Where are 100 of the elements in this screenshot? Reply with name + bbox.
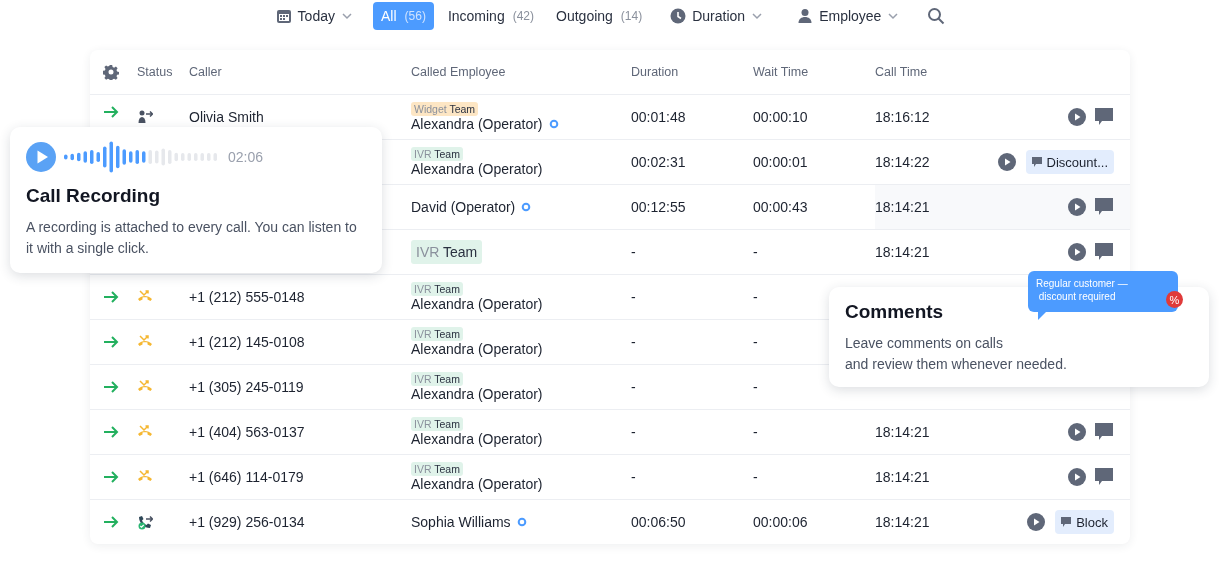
caller-name: +1 (646) 114-0179 xyxy=(189,469,304,485)
recording-length: 02:06 xyxy=(228,149,264,165)
team-tag: Widget Team xyxy=(411,102,479,116)
comment-icon xyxy=(1061,517,1072,527)
person-icon xyxy=(797,8,814,24)
search-icon[interactable] xyxy=(927,7,946,25)
comment-icon[interactable] xyxy=(1094,197,1114,217)
duration-value: - xyxy=(631,334,636,350)
incoming-arrow-icon xyxy=(103,335,119,349)
play-button-icon[interactable] xyxy=(1068,468,1086,486)
wait-time-value: - xyxy=(753,289,758,305)
call-time-value: 18:14:21 xyxy=(875,424,930,440)
comment-icon[interactable] xyxy=(1094,422,1114,442)
card-title: Comments xyxy=(845,301,945,323)
caller-name: Olivia Smith xyxy=(189,109,264,125)
caret-icon xyxy=(340,11,353,21)
call-time-value: 18:14:21 xyxy=(875,514,930,530)
duration-value: - xyxy=(631,244,636,260)
comment-icon[interactable] xyxy=(1094,467,1114,487)
card-title: Call Recording xyxy=(26,185,162,207)
call-time-value: 18:14:21 xyxy=(875,469,930,485)
duration-value: 00:06:50 xyxy=(631,514,686,530)
calendar-icon xyxy=(275,8,292,24)
play-button-icon[interactable] xyxy=(1068,423,1086,441)
employee-name: Alexandra (Operator) xyxy=(411,386,543,402)
comment-icon[interactable] xyxy=(1094,242,1114,262)
duration-value: 00:02:31 xyxy=(631,154,686,170)
employee-name: Alexandra (Operator) xyxy=(411,296,543,312)
call-time-value: 18:16:12 xyxy=(875,109,930,125)
duration-value: - xyxy=(631,469,636,485)
column-header: Call Time xyxy=(875,64,929,81)
column-header: Duration xyxy=(631,64,680,81)
incoming-arrow-icon xyxy=(103,105,119,119)
wait-time-value: 00:00:43 xyxy=(753,199,808,215)
column-header: Caller xyxy=(189,64,223,81)
employee-name: Alexandra (Operator) xyxy=(411,341,543,357)
wait-time-value: - xyxy=(753,334,758,350)
transfer-icon xyxy=(137,109,153,125)
caller-name: +1 (212) 555-0148 xyxy=(189,289,305,305)
card-description: A recording is attached to every call. You can listen to it with a single click. xyxy=(26,218,358,258)
caret-icon xyxy=(887,11,900,21)
team-tag: IVR Team xyxy=(411,462,463,476)
play-button-icon[interactable] xyxy=(997,153,1016,171)
team-tag: IVR Team xyxy=(411,147,463,161)
comment-chip[interactable]: Discount... xyxy=(1025,150,1114,174)
answered-call-icon xyxy=(137,514,153,530)
comment-icon[interactable] xyxy=(1094,107,1114,127)
team-tag: IVR Team xyxy=(411,282,463,296)
wait-time-value: - xyxy=(753,244,758,260)
filter-dropdown[interactable]: Today xyxy=(267,2,361,30)
duration-value: - xyxy=(631,424,636,440)
employee-name: Sophia Williams xyxy=(411,514,511,530)
employee-name: Alexandra (Operator) xyxy=(411,116,543,132)
team-tag: IVR Team xyxy=(411,417,463,431)
call-time-value: 18:14:21 xyxy=(875,199,930,215)
caller-name: +1 (305) 245-0119 xyxy=(189,379,304,395)
column-header: Called Employee xyxy=(411,64,507,81)
wait-time-value: 00:00:10 xyxy=(753,109,808,125)
wait-time-value: - xyxy=(753,424,758,440)
caller-name: +1 (404) 563-0137 xyxy=(189,424,305,440)
comment-icon xyxy=(1031,157,1042,167)
incoming-arrow-icon xyxy=(103,515,119,529)
team-tag: IVR Team xyxy=(411,372,463,386)
wait-time-value: - xyxy=(753,379,758,395)
call-time-value: 18:14:22 xyxy=(875,154,930,170)
play-button-icon[interactable] xyxy=(1027,513,1046,531)
wait-time-value: 00:00:01 xyxy=(753,154,808,170)
play-button-icon[interactable] xyxy=(1068,198,1086,216)
duration-value: - xyxy=(631,379,636,395)
clock-icon xyxy=(670,8,687,24)
caret-icon xyxy=(751,11,764,21)
team-tag: IVR Team xyxy=(411,327,463,341)
incoming-arrow-icon xyxy=(103,380,119,394)
play-button-icon[interactable] xyxy=(1068,108,1086,126)
comment-chip[interactable]: Block xyxy=(1055,510,1114,534)
employee-name: Alexandra (Operator) xyxy=(411,476,543,492)
column-header: Wait Time xyxy=(753,64,810,81)
wait-time-value: 00:00:06 xyxy=(753,514,808,530)
incoming-arrow-icon xyxy=(103,425,119,439)
filter-dropdown[interactable]: Employee xyxy=(789,2,908,30)
duration-value: 00:01:48 xyxy=(631,109,686,125)
employee-name: David (Operator) xyxy=(411,199,516,215)
filter-tab[interactable]: Incoming (42) xyxy=(439,2,543,30)
incoming-arrow-icon xyxy=(103,290,119,304)
card-description: Leave comments on calls and review them whenever needed. xyxy=(845,334,1068,374)
incoming-arrow-icon xyxy=(103,470,119,484)
caller-name: +1 (212) 145-0108 xyxy=(189,334,305,350)
play-button-icon[interactable] xyxy=(26,142,56,172)
settings-icon[interactable] xyxy=(103,64,119,80)
duration-value: - xyxy=(631,289,636,305)
employee-name: Alexandra (Operator) xyxy=(411,431,543,447)
call-time-value: 18:14:21 xyxy=(875,244,930,260)
caller-name: +1 (929) 256-0134 xyxy=(189,514,305,530)
wait-time-value: - xyxy=(753,469,758,485)
filter-tab[interactable]: Outgoing (14) xyxy=(548,2,651,30)
duration-value: 00:12:55 xyxy=(631,199,686,215)
column-header: Status xyxy=(137,64,174,81)
team-tag: IVR Team xyxy=(411,240,483,264)
filter-dropdown[interactable]: Duration xyxy=(662,2,772,30)
play-button-icon[interactable] xyxy=(1068,243,1086,261)
